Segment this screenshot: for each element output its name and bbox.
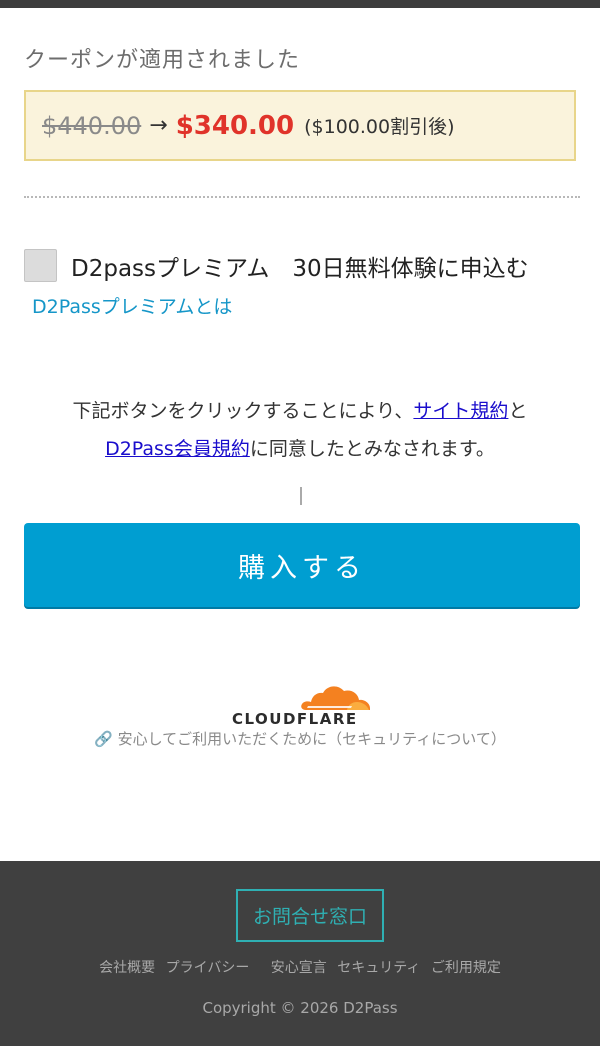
- discounted-price: $340.00: [175, 110, 295, 141]
- cloudflare-logo: CLOUDFLARE: [225, 678, 375, 728]
- footer-link-privacy[interactable]: プライバシー: [166, 960, 250, 976]
- cloudflare-wordmark: CLOUDFLARE: [232, 710, 358, 728]
- footer: お問合せ窓口 会社概要 プライバシー 安心宣言 セキュリティ ご利用規定 Cop…: [0, 861, 600, 1046]
- purchase-button[interactable]: 購入する: [24, 523, 580, 607]
- discount-note: ($100.00割引後): [304, 116, 455, 138]
- security-info-link[interactable]: 🔗 安心してご利用いただくために（セキュリティについて）: [0, 728, 600, 749]
- coupon-applied-title: クーポンが適用されました: [24, 48, 301, 73]
- dotted-divider: [24, 196, 580, 198]
- consent-text-after: に同意したとみなされます。: [249, 438, 495, 460]
- top-bar: [0, 0, 600, 8]
- consent-text-and: と: [508, 400, 528, 422]
- site-terms-link[interactable]: サイト規約: [413, 400, 508, 422]
- footer-link-company[interactable]: 会社概要: [99, 960, 155, 976]
- link-icon: 🔗: [94, 730, 113, 748]
- security-link-text: 安心してご利用いただくために（セキュリティについて）: [117, 730, 506, 748]
- member-terms-link[interactable]: D2Pass会員規約: [105, 438, 250, 460]
- premium-trial-label[interactable]: D2passプレミアム 30日無料体験に申込む: [71, 249, 529, 283]
- premium-info-link[interactable]: D2Passプレミアムとは: [32, 292, 232, 319]
- copyright: Copyright © 2026 D2Pass: [202, 999, 398, 1017]
- consent-text-before: 下記ボタンをクリックすることにより、: [72, 400, 414, 422]
- premium-trial-checkbox[interactable]: [24, 249, 57, 282]
- footer-links: 会社概要 プライバシー 安心宣言 セキュリティ ご利用規定: [0, 957, 600, 977]
- footer-link-terms[interactable]: ご利用規定: [431, 960, 501, 976]
- price-summary-box: $440.00 → $340.00 ($100.00割引後): [24, 90, 576, 161]
- footer-link-safety[interactable]: 安心宣言: [271, 960, 327, 976]
- contact-button[interactable]: お問合せ窓口: [236, 889, 384, 942]
- cloudflare-cloud-icon: [301, 686, 370, 710]
- footer-link-security[interactable]: セキュリティ: [337, 960, 420, 976]
- terms-consent-text: 下記ボタンをクリックすることにより、サイト規約と D2Pass会員規約に同意した…: [0, 392, 600, 468]
- arrow-icon: →: [149, 113, 168, 138]
- text-cursor: [300, 487, 302, 505]
- original-price: $440.00: [42, 111, 142, 140]
